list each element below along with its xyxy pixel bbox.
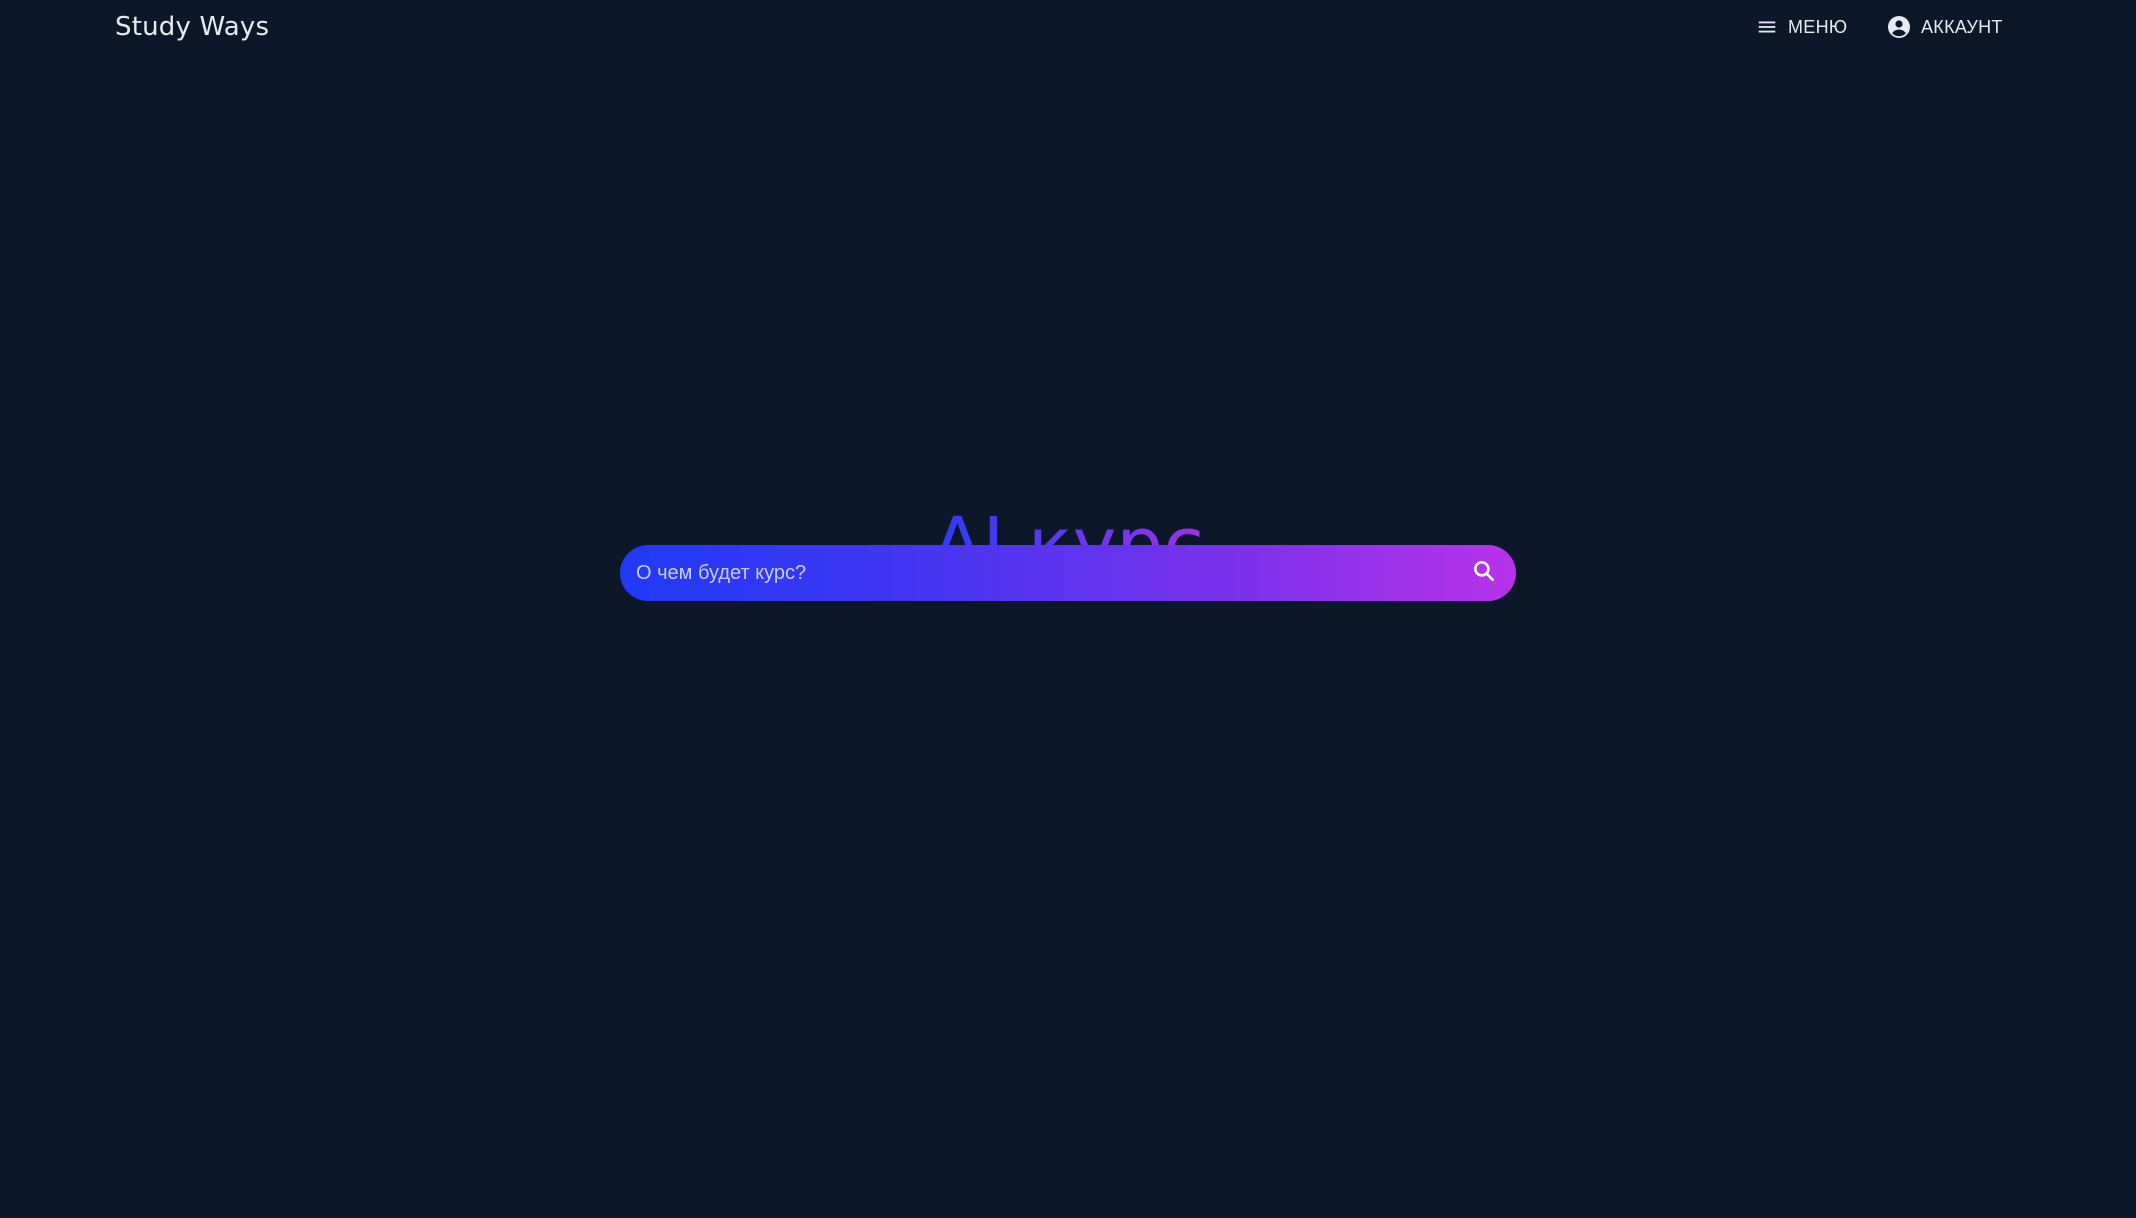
top-navbar: Study Ways МЕНЮ АККАУНТ (0, 0, 2136, 54)
account-label: АККАУНТ (1921, 16, 2003, 37)
search-button[interactable] (1466, 555, 1502, 591)
brand-logo-text[interactable]: Study Ways (115, 10, 269, 44)
menu-label: МЕНЮ (1788, 16, 1848, 37)
search-icon (1471, 558, 1497, 589)
course-search-input[interactable] (636, 545, 1466, 601)
menu-button[interactable]: МЕНЮ (1756, 12, 1847, 42)
account-button[interactable]: АККАУНТ (1887, 12, 2003, 42)
hamburger-menu-icon (1756, 16, 1778, 38)
account-circle-icon (1887, 15, 1911, 39)
course-search-bar (620, 545, 1516, 601)
